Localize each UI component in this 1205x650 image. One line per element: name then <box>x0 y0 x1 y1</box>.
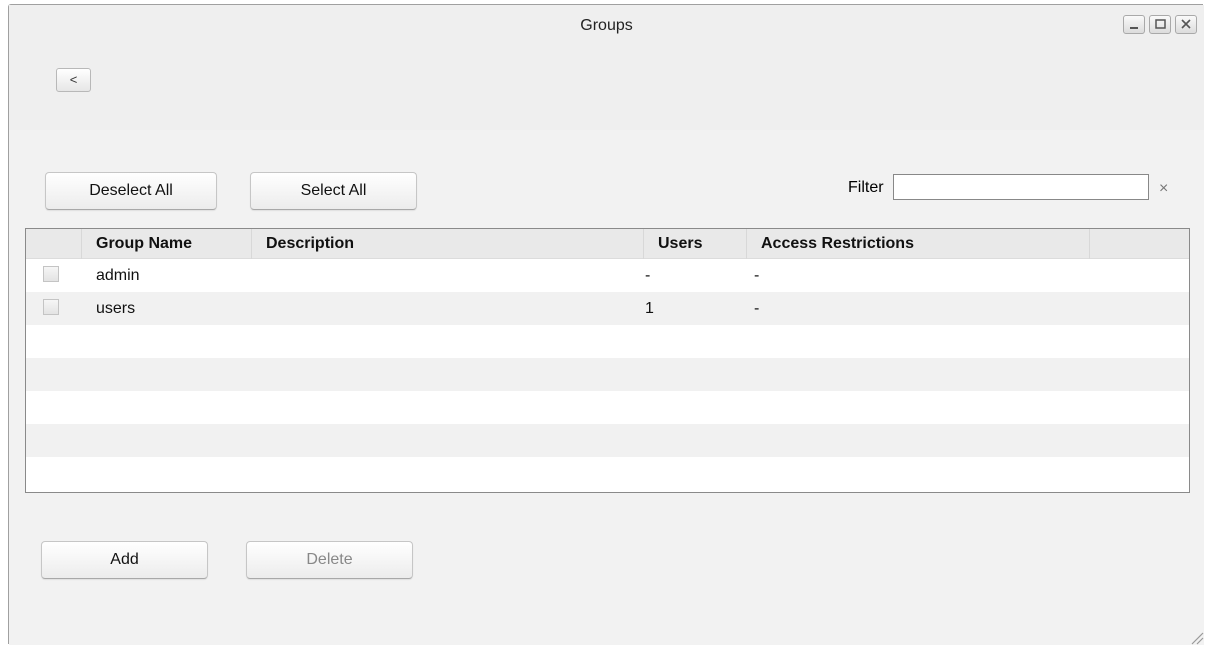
groups-window: Groups < Deselect All Select All Filter … <box>8 4 1204 645</box>
resize-grip-icon[interactable] <box>1184 625 1204 645</box>
empty-row <box>26 391 1189 424</box>
column-header-access-restrictions[interactable]: Access Restrictions <box>747 229 1090 259</box>
column-header-users[interactable]: Users <box>644 229 747 259</box>
groups-table: Group Name Description Users Access Rest… <box>25 228 1190 493</box>
filler-column-header <box>1090 229 1189 259</box>
table-header: Group Name Description Users Access Rest… <box>26 229 1189 259</box>
maximize-icon[interactable] <box>1149 15 1171 34</box>
group-name-cell: users <box>96 300 136 317</box>
empty-row <box>26 358 1189 391</box>
add-button[interactable]: Add <box>41 541 208 579</box>
close-icon[interactable] <box>1175 15 1197 34</box>
description-cell <box>252 292 266 325</box>
empty-row <box>26 325 1189 358</box>
filter-label: Filter <box>848 179 884 196</box>
users-cell: 1 <box>645 300 654 317</box>
back-button[interactable]: < <box>56 68 91 92</box>
table-row[interactable]: users 1 - <box>26 292 1189 325</box>
minimize-icon[interactable] <box>1123 15 1145 34</box>
row-checkbox[interactable] <box>43 266 59 282</box>
select-all-button[interactable]: Select All <box>250 172 417 210</box>
group-name-cell: admin <box>96 267 140 284</box>
delete-button[interactable]: Delete <box>246 541 413 579</box>
row-checkbox[interactable] <box>43 299 59 315</box>
empty-row <box>26 457 1189 490</box>
deselect-all-button[interactable]: Deselect All <box>45 172 217 210</box>
column-header-group-name[interactable]: Group Name <box>82 229 252 259</box>
window-controls <box>1123 15 1197 34</box>
column-header-description[interactable]: Description <box>252 229 644 259</box>
empty-row <box>26 424 1189 457</box>
access-restrictions-cell: - <box>754 300 760 317</box>
users-cell: - <box>645 267 651 284</box>
groups-panel: Deselect All Select All Filter × Group N… <box>9 130 1204 645</box>
window-title: Groups <box>580 17 633 34</box>
description-cell <box>252 259 266 292</box>
clear-filter-icon[interactable]: × <box>1159 181 1168 197</box>
filter-input[interactable] <box>893 174 1149 200</box>
access-restrictions-cell: - <box>754 267 760 284</box>
table-row[interactable]: admin - - <box>26 259 1189 292</box>
checkbox-column-header <box>26 229 82 259</box>
